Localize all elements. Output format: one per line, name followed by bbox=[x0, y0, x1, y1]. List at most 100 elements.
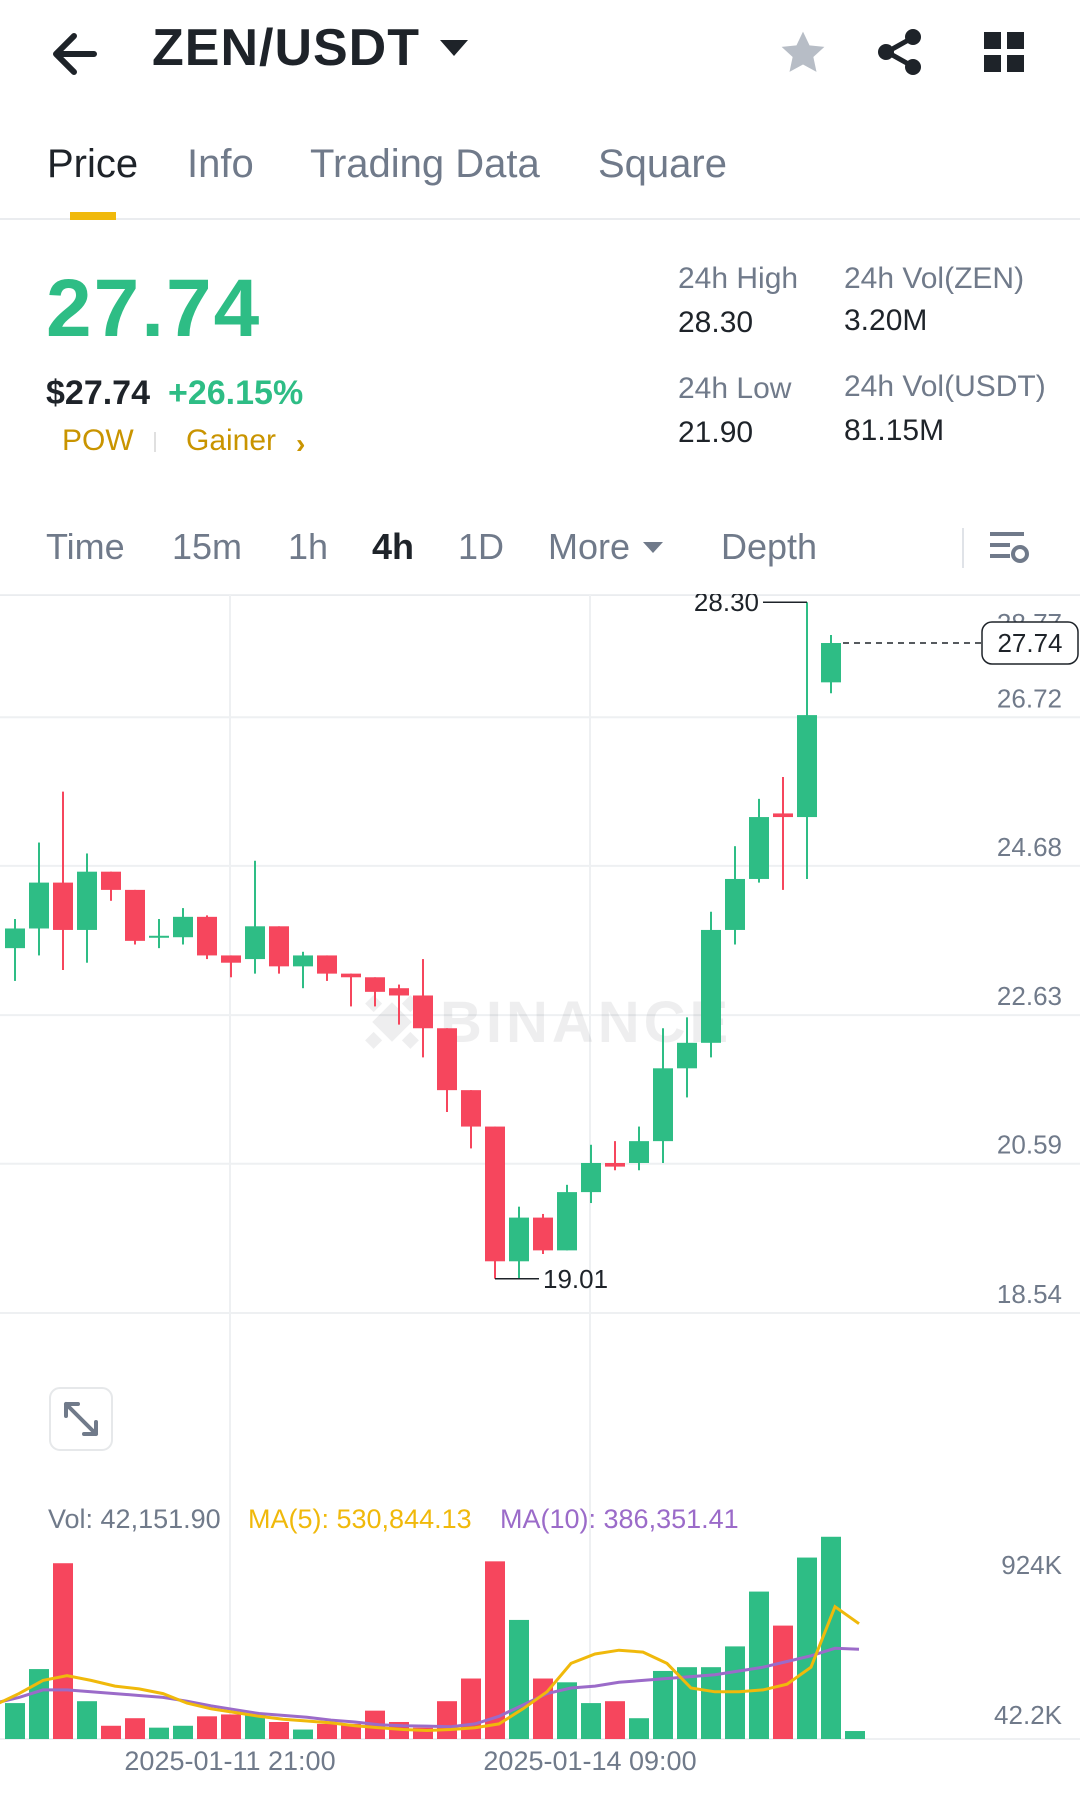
x-axis-label-1: 2025-01-11 21:00 bbox=[124, 1746, 335, 1776]
tag-pow[interactable]: POW bbox=[62, 424, 134, 458]
candle-body bbox=[725, 878, 745, 930]
ma5-label: MA(5): 530,844.13 bbox=[248, 1504, 472, 1534]
candle-body bbox=[77, 871, 97, 930]
volume-bar bbox=[629, 1718, 649, 1739]
volume-bar bbox=[509, 1619, 529, 1739]
candle-body bbox=[413, 995, 433, 1029]
tab-depth[interactable]: Depth bbox=[721, 526, 817, 568]
volume-bar bbox=[125, 1718, 145, 1739]
candlesticks bbox=[5, 602, 841, 1279]
low-24h-value: 21.90 bbox=[678, 416, 754, 449]
candle-body bbox=[53, 882, 73, 930]
low-24h-label: 24h Low bbox=[678, 372, 792, 405]
candle-body bbox=[533, 1217, 553, 1251]
volume-bar bbox=[437, 1701, 457, 1739]
expand-button[interactable] bbox=[49, 1387, 113, 1451]
more-caret-icon[interactable] bbox=[643, 542, 663, 553]
share-icon[interactable] bbox=[872, 24, 928, 80]
volume-bar bbox=[269, 1721, 289, 1739]
back-arrow-icon[interactable] bbox=[44, 22, 108, 86]
volume-bar bbox=[5, 1703, 25, 1739]
high-marker: 28.30 bbox=[694, 594, 759, 617]
candle-body bbox=[341, 973, 361, 978]
interval-4h[interactable]: 4h bbox=[372, 526, 414, 568]
volume-bars bbox=[5, 1536, 865, 1739]
candle-body bbox=[557, 1192, 577, 1251]
last-price: 27.74 bbox=[46, 263, 262, 354]
tag-gainer[interactable]: Gainer bbox=[186, 424, 276, 458]
volume-bar bbox=[653, 1670, 673, 1739]
candle-body bbox=[437, 1028, 457, 1091]
candle-body bbox=[149, 935, 169, 938]
candle-body bbox=[797, 715, 817, 818]
candle-body bbox=[125, 889, 145, 941]
price-change-percent: +26.15% bbox=[168, 374, 304, 412]
candle-body bbox=[5, 928, 25, 949]
interval-15m[interactable]: 15m bbox=[172, 526, 242, 568]
candle-body bbox=[197, 916, 217, 956]
chevron-right-icon[interactable]: › bbox=[296, 428, 305, 460]
price-chart[interactable]: BINANCE 28.7726.7224.6822.6320.5918.54 2… bbox=[0, 594, 1080, 1793]
volume-bar bbox=[53, 1563, 73, 1739]
price-axis: 28.7726.7224.6822.6320.5918.54 bbox=[997, 608, 1062, 1309]
star-icon[interactable] bbox=[776, 26, 830, 80]
tag-divider bbox=[154, 432, 156, 452]
last-price-marker: 27.74 bbox=[997, 628, 1062, 658]
tab-trading-data[interactable]: Trading Data bbox=[310, 142, 540, 187]
candle-body bbox=[485, 1126, 505, 1262]
candle-body bbox=[581, 1162, 601, 1193]
interval-more[interactable]: More bbox=[548, 526, 630, 568]
volume-axis-min: 42.2K bbox=[994, 1700, 1063, 1730]
vol-quote-label: 24h Vol(USDT) bbox=[844, 370, 1046, 403]
x-axis-label-2: 2025-01-14 09:00 bbox=[483, 1746, 696, 1776]
tab-square[interactable]: Square bbox=[598, 142, 727, 187]
volume-bar bbox=[77, 1701, 97, 1739]
candle-body bbox=[509, 1217, 529, 1262]
candle-body bbox=[317, 955, 337, 974]
candle-body bbox=[749, 817, 769, 879]
vol-quote-value: 81.15M bbox=[844, 414, 945, 447]
usd-price: $27.74 bbox=[46, 374, 150, 412]
candle-body bbox=[389, 988, 409, 996]
price-axis-tick: 18.54 bbox=[997, 1279, 1062, 1309]
volume-axis-max: 924K bbox=[1001, 1550, 1062, 1580]
grid-icon[interactable] bbox=[982, 30, 1026, 74]
pair-selector[interactable]: ZEN/USDT bbox=[152, 18, 420, 78]
volume-bar bbox=[485, 1561, 505, 1739]
interval-1d[interactable]: 1D bbox=[458, 526, 504, 568]
ma10-label: MA(10): 386,351.41 bbox=[500, 1504, 739, 1534]
volume-bar bbox=[293, 1729, 313, 1739]
volume-bar bbox=[149, 1727, 169, 1739]
candle-body bbox=[629, 1141, 649, 1163]
candle-body bbox=[269, 926, 289, 967]
candle-body bbox=[821, 643, 841, 683]
candle-body bbox=[293, 955, 313, 967]
interval-divider bbox=[962, 528, 964, 568]
tab-price[interactable]: Price bbox=[47, 142, 138, 187]
low-marker: 19.01 bbox=[543, 1264, 608, 1294]
caret-down-icon[interactable] bbox=[440, 40, 468, 56]
candle-body bbox=[701, 929, 721, 1043]
vol-base-label: 24h Vol(ZEN) bbox=[844, 262, 1025, 295]
interval-bar: Time 15m 1h 4h 1D More Depth bbox=[0, 514, 1080, 596]
price-axis-tick: 24.68 bbox=[997, 832, 1062, 862]
candle-body bbox=[245, 926, 265, 960]
high-24h-label: 24h High bbox=[678, 262, 799, 295]
volume-bar bbox=[605, 1701, 625, 1739]
volume-bar bbox=[101, 1725, 121, 1739]
vol-base-value: 3.20M bbox=[844, 304, 928, 337]
volume-bar bbox=[197, 1716, 217, 1739]
candle-body bbox=[653, 1068, 673, 1142]
volume-bar bbox=[221, 1714, 241, 1739]
chart-settings-icon[interactable] bbox=[986, 524, 1032, 570]
interval-time[interactable]: Time bbox=[46, 526, 125, 568]
high-24h-value: 28.30 bbox=[678, 306, 754, 339]
volume-bar bbox=[317, 1723, 337, 1739]
volume-label: Vol: 42,151.90 bbox=[48, 1504, 221, 1534]
candle-body bbox=[173, 916, 193, 938]
volume-bar bbox=[581, 1703, 601, 1739]
chart-grid bbox=[0, 594, 1080, 1740]
tab-info[interactable]: Info bbox=[187, 142, 254, 187]
volume-bar bbox=[797, 1557, 817, 1739]
interval-1h[interactable]: 1h bbox=[288, 526, 328, 568]
